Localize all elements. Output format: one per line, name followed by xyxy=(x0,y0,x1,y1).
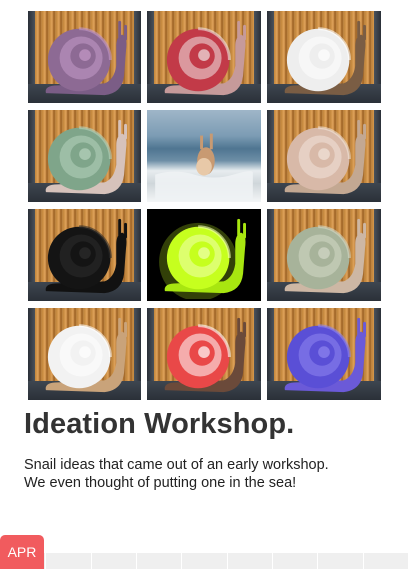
gallery-tile-blue-violet-snail[interactable] xyxy=(267,308,381,400)
tile-wall-panel xyxy=(374,209,381,282)
blue-violet-snail-icon xyxy=(284,317,366,393)
tile-wall-panel xyxy=(267,209,274,282)
peppermint-snail-icon xyxy=(164,20,246,96)
section-title: Ideation Workshop. xyxy=(24,408,295,440)
timeline-segment[interactable] xyxy=(226,553,272,569)
tile-wall-panel xyxy=(28,308,35,381)
tile-wall-panel xyxy=(28,209,35,282)
tile-wall-panel xyxy=(374,110,381,183)
gallery-tile-sprinkle-snail[interactable] xyxy=(267,110,381,202)
sea-snail-icon xyxy=(155,133,253,200)
gallery-tile-red-cap-sprinkle-snail[interactable] xyxy=(147,308,261,400)
tile-wall-panel xyxy=(254,308,261,381)
description-line-2: We even thought of putting one in the se… xyxy=(24,475,297,491)
gallery-tile-black-snail[interactable] xyxy=(28,209,141,301)
tile-wall-panel xyxy=(254,11,261,84)
tile-wall-panel xyxy=(267,11,274,84)
tile-wall-panel xyxy=(147,308,154,381)
description-line-1: Snail ideas that came out of an early wo… xyxy=(24,457,329,473)
tile-wall-panel xyxy=(28,11,35,84)
gallery-tile-peppermint-snail[interactable] xyxy=(147,11,261,103)
gallery-tile-white-tan-snail[interactable] xyxy=(28,308,141,400)
timeline-segment[interactable] xyxy=(362,553,408,569)
snail-gallery xyxy=(28,11,381,400)
tile-wall-panel xyxy=(134,308,141,381)
tile-wall-panel xyxy=(134,11,141,84)
tile-wall-panel xyxy=(28,110,35,183)
section-description: Snail ideas that came out of an early wo… xyxy=(24,456,329,492)
purple-glitter-snail-icon xyxy=(45,20,127,96)
tile-wall-panel xyxy=(147,11,154,84)
black-snail-icon xyxy=(45,218,127,294)
timeline-segment[interactable] xyxy=(271,553,318,569)
tile-wall-panel xyxy=(267,308,274,381)
gallery-tile-neon-glow-snail[interactable] xyxy=(147,209,261,301)
gallery-tile-ice-cream-cone-snail[interactable] xyxy=(267,11,381,103)
gallery-tile-mint-green-snail[interactable] xyxy=(28,110,141,202)
tile-wall-panel xyxy=(374,11,381,84)
timeline-segment[interactable] xyxy=(45,553,91,569)
timeline-segment[interactable] xyxy=(90,553,136,569)
tile-wall-panel xyxy=(134,110,141,183)
gallery-tile-sea-snail[interactable] xyxy=(147,110,261,202)
neon-glow-snail-icon xyxy=(159,218,246,299)
timeline-bar xyxy=(0,553,408,569)
tile-wall-panel xyxy=(134,209,141,282)
timeline-segment[interactable] xyxy=(317,553,363,569)
sprinkle-snail-icon xyxy=(284,119,366,195)
pastel-dot-snail-icon xyxy=(284,218,366,294)
gallery-tile-purple-glitter-snail[interactable] xyxy=(28,11,141,103)
red-cap-sprinkle-snail-icon xyxy=(164,317,246,393)
mint-green-snail-icon xyxy=(45,119,127,195)
white-tan-snail-icon xyxy=(45,317,127,393)
ice-cream-cone-snail-icon xyxy=(284,20,366,96)
gallery-tile-pastel-dot-snail[interactable] xyxy=(267,209,381,301)
month-badge[interactable]: APR xyxy=(0,535,44,569)
timeline-segment[interactable] xyxy=(181,553,227,569)
tile-wall-panel xyxy=(267,110,274,183)
tile-wall-panel xyxy=(374,308,381,381)
timeline-segment[interactable] xyxy=(135,553,182,569)
